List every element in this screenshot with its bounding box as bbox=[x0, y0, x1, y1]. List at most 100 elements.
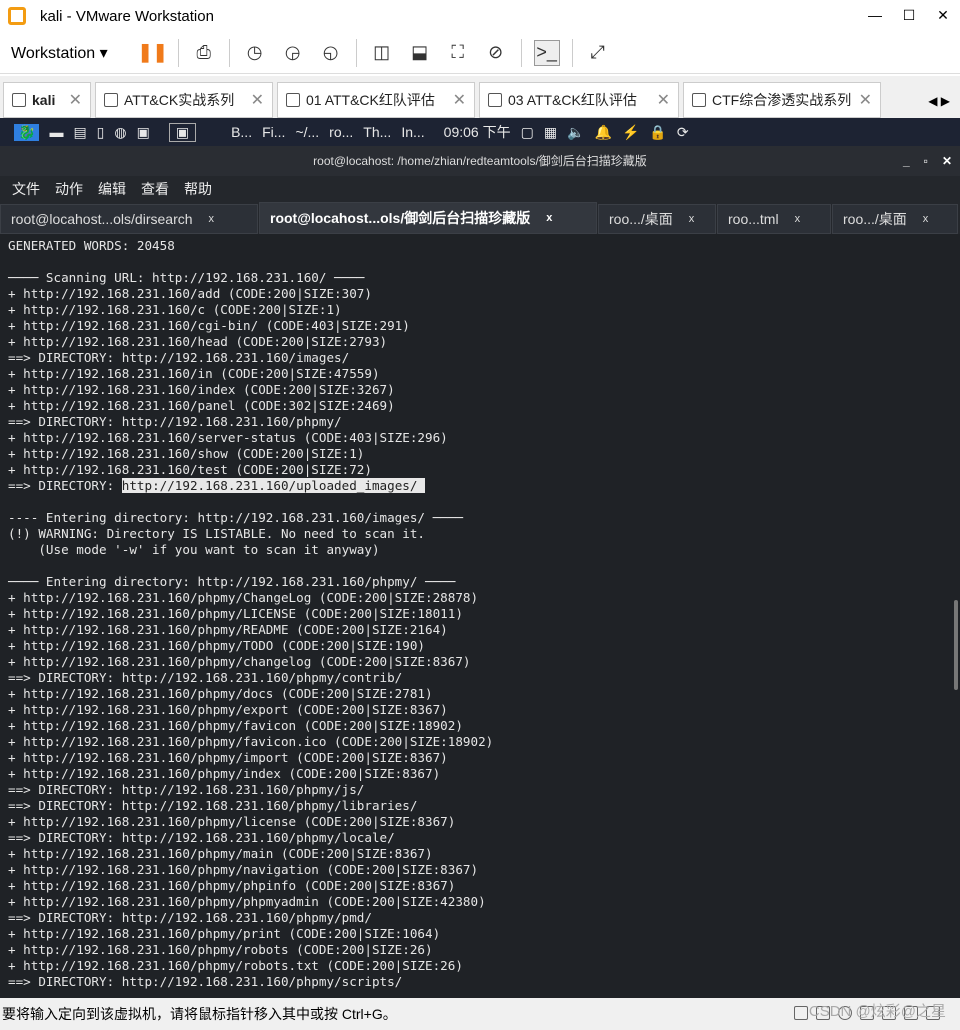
terminal-output[interactable]: GENERATED WORDS: 20458 ──── Scanning URL:… bbox=[0, 234, 960, 998]
terminal-icon[interactable]: ▣ bbox=[137, 124, 150, 141]
terminal-line: + http://192.168.231.160/phpmy/TODO (COD… bbox=[8, 638, 426, 653]
vmware-toolbar: Workstation ▾ ❚❚ ⎙ ◷ ◶ ◵ ◫ ⬓ ⛶ ⊘ >_ ⤢ bbox=[0, 32, 960, 74]
terminal-line: ==> DIRECTORY: http://192.168.231.160/im… bbox=[8, 350, 350, 365]
kali-menu-icon[interactable]: 🐉 bbox=[14, 123, 40, 141]
terminal-line: + http://192.168.231.160/index (CODE:200… bbox=[8, 382, 395, 397]
sidebar-view-icon[interactable]: ◫ bbox=[369, 40, 395, 66]
terminal-line: + http://192.168.231.160/phpmy/export (C… bbox=[8, 702, 448, 717]
close-tab-icon[interactable]: ✕ bbox=[251, 90, 264, 110]
terminal-line: + http://192.168.231.160/cgi-bin/ (CODE:… bbox=[8, 318, 410, 333]
watermark: CSDN @炫彩@之星 bbox=[808, 1003, 946, 1020]
send-keys-icon[interactable]: ⎙ bbox=[191, 40, 217, 66]
terminal-line: + http://192.168.231.160/show (CODE:200|… bbox=[8, 446, 365, 461]
terminal-icon[interactable]: ▣ bbox=[168, 122, 197, 142]
close-tab-icon[interactable]: x bbox=[923, 213, 929, 225]
terminal-tabs: root@locahost...ols/dirsearch x root@loca… bbox=[0, 202, 960, 234]
vm-tabs: kali ✕ ATT&CK实战系列 ✕ 01 ATT&CK红队评估 ✕ 03 ATT&… bbox=[0, 76, 960, 118]
terminal-line: + http://192.168.231.160/phpmy/navigatio… bbox=[8, 862, 479, 877]
logout-icon[interactable]: ⟳ bbox=[677, 124, 689, 141]
close-tab-icon[interactable]: x bbox=[795, 213, 801, 225]
vm-tab[interactable]: CTF综合渗透实战系列 ✕ bbox=[683, 82, 881, 118]
close-tab-icon[interactable]: ✕ bbox=[69, 90, 82, 110]
stretch-icon[interactable]: ⤢ bbox=[585, 40, 611, 66]
close-tab-icon[interactable]: x bbox=[209, 213, 215, 225]
file-manager-icon[interactable]: ▤ bbox=[73, 124, 86, 141]
terminal-minimize-button[interactable]: _ bbox=[903, 146, 910, 176]
vm-tab[interactable]: ATT&CK实战系列 ✕ bbox=[95, 82, 273, 118]
text-editor-icon[interactable]: ▯ bbox=[97, 124, 105, 141]
terminal-tab[interactable]: roo.../桌面 x bbox=[598, 204, 716, 234]
terminal-tab[interactable]: root@locahost...ols/dirsearch x bbox=[0, 204, 258, 234]
terminal-line: ==> DIRECTORY: http://192.168.231.160/ph… bbox=[8, 798, 418, 813]
minimize-button[interactable]: — bbox=[858, 0, 892, 30]
divider bbox=[177, 38, 179, 67]
vmware-logo-icon bbox=[8, 7, 26, 25]
pause-icon[interactable]: ❚❚ bbox=[138, 40, 168, 66]
terminal-tab[interactable]: roo...tml x bbox=[717, 204, 831, 234]
clock[interactable]: 09:06 下午 bbox=[444, 122, 511, 142]
terminal-line: + http://192.168.231.160/phpmy/import (C… bbox=[8, 750, 448, 765]
terminal-line: (Use mode '-w' if you want to scan it an… bbox=[8, 542, 380, 557]
power-manager-icon[interactable]: ⚡ bbox=[622, 124, 639, 141]
lock-icon[interactable]: 🔒 bbox=[649, 124, 666, 141]
terminal-menubar: 文件 动作 编辑 查看 帮助 bbox=[0, 176, 960, 202]
vm-icon bbox=[286, 93, 300, 107]
menu-edit[interactable]: 编辑 bbox=[98, 179, 126, 199]
menu-actions[interactable]: 动作 bbox=[55, 179, 83, 199]
terminal-line: + http://192.168.231.160/head (CODE:200|… bbox=[8, 334, 388, 349]
vm-tab[interactable]: 01 ATT&CK红队评估 ✕ bbox=[277, 82, 475, 118]
menu-file[interactable]: 文件 bbox=[12, 179, 40, 199]
bell-icon[interactable]: 🔔 bbox=[595, 124, 612, 141]
terminal-line: + http://192.168.231.160/phpmy/favicon (… bbox=[8, 718, 463, 733]
workspace-icon[interactable]: ▬ bbox=[49, 124, 63, 140]
menu-help[interactable]: 帮助 bbox=[184, 179, 212, 199]
terminal-tab[interactable]: roo.../桌面 x bbox=[832, 204, 958, 234]
terminal-close-button[interactable]: ✕ bbox=[942, 146, 952, 176]
snapshot-icon[interactable]: ◷ bbox=[242, 40, 268, 66]
terminal-line: + http://192.168.231.160/phpmy/robots (C… bbox=[8, 942, 433, 957]
terminal-line: ──── Scanning URL: http://192.168.231.16… bbox=[8, 270, 365, 285]
revert-snapshot-icon[interactable]: ◶ bbox=[280, 40, 306, 66]
terminal-line: + http://192.168.231.160/phpmy/README (C… bbox=[8, 622, 448, 637]
thumbnail-view-icon[interactable]: ⬓ bbox=[407, 40, 433, 66]
terminal-line: + http://192.168.231.160/phpmy/LICENSE (… bbox=[8, 606, 463, 621]
hdd-icon[interactable] bbox=[794, 1006, 808, 1020]
vm-tab-kali[interactable]: kali ✕ bbox=[3, 82, 91, 118]
browser-icon[interactable]: ◍ bbox=[114, 124, 126, 141]
display-icon[interactable]: ▢ bbox=[521, 124, 534, 141]
terminal-line: + http://192.168.231.160/phpmy/phpinfo (… bbox=[8, 878, 456, 893]
close-tab-icon[interactable]: x bbox=[546, 212, 552, 224]
terminal-line: ==> DIRECTORY: http://192.168.231.160/ph… bbox=[8, 830, 395, 845]
console-view-icon[interactable]: >_ bbox=[533, 39, 560, 66]
terminal-maximize-button[interactable]: ▫ bbox=[924, 146, 928, 176]
volume-icon[interactable]: 🔈 bbox=[567, 124, 584, 141]
close-tab-icon[interactable]: ✕ bbox=[859, 90, 872, 110]
selected-text[interactable]: http://192.168.231.160/uploaded_images/ bbox=[121, 478, 426, 493]
tab-scroll-arrows[interactable]: ◀ ▶ bbox=[918, 94, 960, 118]
kali-top-panel: 🐉 ▬ ▤ ▯ ◍ ▣ ▣ B... Fi... ~/... ro... Th.… bbox=[0, 118, 960, 146]
task-item[interactable]: Fi... bbox=[262, 124, 285, 140]
close-tab-icon[interactable]: ✕ bbox=[657, 90, 670, 110]
terminal-line: + http://192.168.231.160/in (CODE:200|SI… bbox=[8, 366, 380, 381]
task-item[interactable]: ro... bbox=[329, 124, 353, 140]
terminal-tab-active[interactable]: root@locahost...ols/御剑后台扫描珍藏版 x bbox=[259, 202, 597, 234]
close-button[interactable]: ✕ bbox=[926, 0, 960, 30]
vm-tab[interactable]: 03 ATT&CK红队评估 ✕ bbox=[479, 82, 679, 118]
workstation-menu[interactable]: Workstation ▾ bbox=[11, 43, 108, 63]
divider bbox=[228, 38, 230, 67]
task-item[interactable]: ~/... bbox=[295, 124, 319, 140]
close-tab-icon[interactable]: ✕ bbox=[453, 90, 466, 110]
keyboard-icon[interactable]: ▦ bbox=[544, 124, 557, 141]
unity-icon[interactable]: ⊘ bbox=[483, 40, 509, 66]
maximize-button[interactable]: ☐ bbox=[892, 0, 926, 30]
task-item[interactable]: B... bbox=[231, 124, 252, 140]
menu-view[interactable]: 查看 bbox=[141, 179, 169, 199]
task-item[interactable]: In... bbox=[401, 124, 424, 140]
snapshot-manager-icon[interactable]: ◵ bbox=[318, 40, 344, 66]
fullscreen-icon[interactable]: ⛶ bbox=[445, 40, 471, 66]
terminal-line: ──── Entering directory: http://192.168.… bbox=[8, 574, 456, 589]
task-item[interactable]: Th... bbox=[363, 124, 391, 140]
terminal-scrollbar[interactable] bbox=[954, 600, 958, 690]
divider bbox=[355, 38, 357, 67]
close-tab-icon[interactable]: x bbox=[689, 213, 695, 225]
